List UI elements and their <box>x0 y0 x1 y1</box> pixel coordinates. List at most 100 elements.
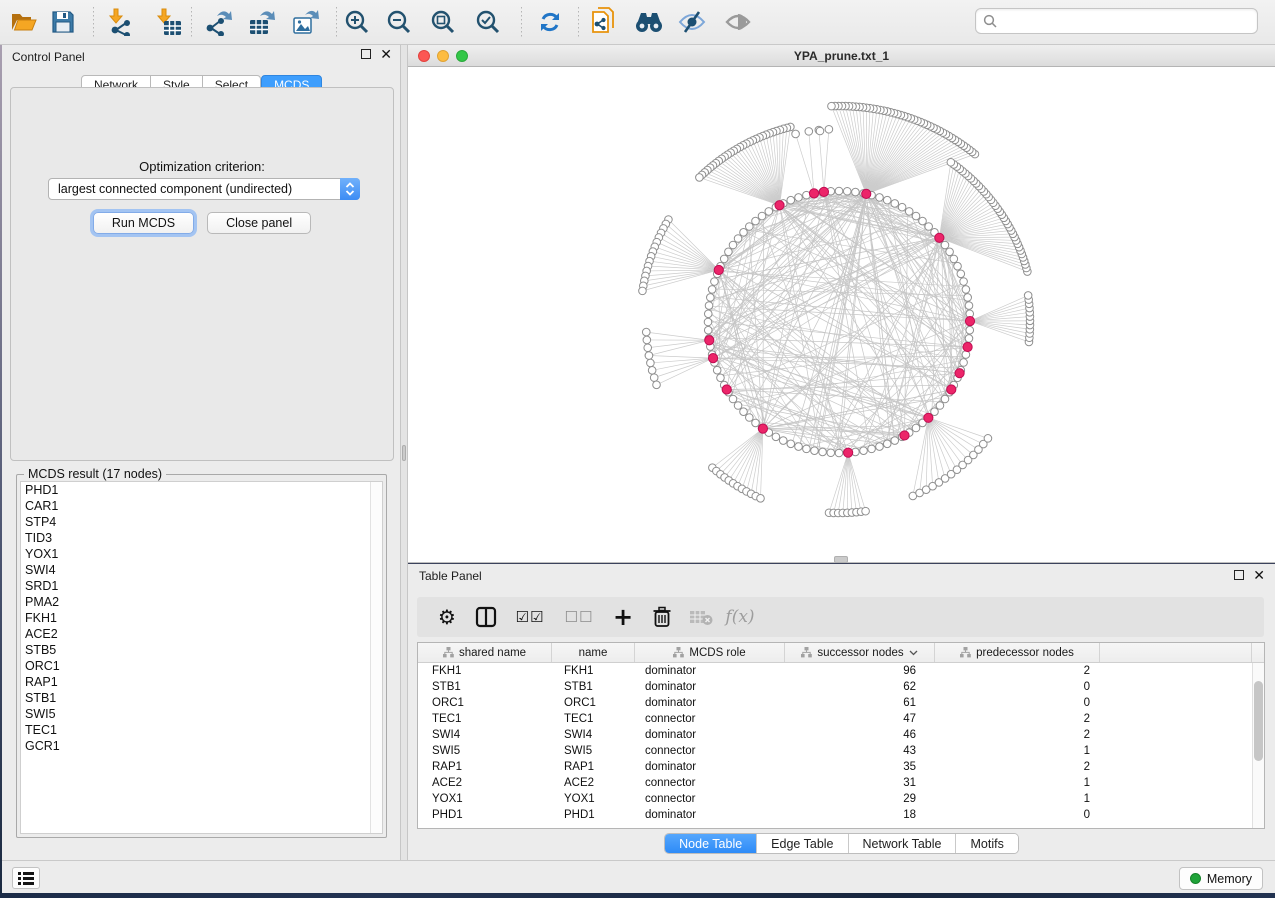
close-panel-icon[interactable]: ✕ <box>380 49 392 59</box>
table-cell <box>1100 679 1252 695</box>
mcds-list-scrollbar[interactable] <box>370 482 382 833</box>
hierarchy-icon <box>801 647 812 658</box>
mcds-result-item[interactable]: SRD1 <box>21 578 382 594</box>
mcds-result-item[interactable]: SWI4 <box>21 562 382 578</box>
table-scrollbar-thumb[interactable] <box>1254 681 1263 761</box>
column-header-mcds-role[interactable]: MCDS role <box>635 643 785 662</box>
float-panel-icon[interactable] <box>361 49 371 59</box>
table-cell: 1 <box>935 743 1100 759</box>
mcds-result-item[interactable]: FKH1 <box>21 610 382 626</box>
select-all-icon[interactable]: ☑☑ <box>513 604 547 630</box>
optimization-criterion-select[interactable]: largest connected component (undirected) <box>48 178 360 200</box>
task-history-button[interactable] <box>12 867 40 889</box>
export-table-icon[interactable] <box>245 5 279 39</box>
table-settings-icon[interactable]: ⚙ <box>435 604 459 630</box>
toolbar-separator <box>191 7 192 37</box>
table-row[interactable]: FKH1FKH1dominator962 <box>418 663 1264 679</box>
splitter-grip[interactable] <box>402 445 406 461</box>
table-row[interactable]: ACE2ACE2connector311 <box>418 775 1264 791</box>
table-row[interactable]: YOX1YOX1connector291 <box>418 791 1264 807</box>
table-cell: 43 <box>785 743 935 759</box>
tab-node-table[interactable]: Node Table <box>665 834 756 853</box>
table-cell: SWI4 <box>418 727 552 743</box>
table-row[interactable]: SWI4SWI4dominator462 <box>418 727 1264 743</box>
hide-panel-icon[interactable] <box>675 5 709 39</box>
zoom-in-icon[interactable] <box>340 5 374 39</box>
mcds-result-item[interactable]: CAR1 <box>21 498 382 514</box>
sort-chevron-icon <box>909 650 918 656</box>
network-window: YPA_prune.txt_1 <box>408 45 1275 563</box>
export-image-icon[interactable] <box>289 5 323 39</box>
table-row[interactable]: PHD1PHD1dominator180 <box>418 807 1264 823</box>
column-header-shared-name[interactable]: shared name <box>418 643 552 662</box>
table-cell: PHD1 <box>552 807 635 823</box>
zoom-out-icon[interactable] <box>382 5 416 39</box>
table-cell: TEC1 <box>552 711 635 727</box>
mcds-result-item[interactable]: STP4 <box>21 514 382 530</box>
mcds-result-item[interactable]: ORC1 <box>21 658 382 674</box>
column-header-filler <box>1100 643 1252 662</box>
float-table-panel-icon[interactable] <box>1234 570 1244 580</box>
table-row[interactable]: RAP1RAP1dominator352 <box>418 759 1264 775</box>
network-canvas[interactable] <box>408 67 1275 562</box>
deselect-all-icon[interactable]: ☐☐ <box>562 604 596 630</box>
refresh-icon[interactable] <box>533 5 567 39</box>
table-row[interactable]: TEC1TEC1connector472 <box>418 711 1264 727</box>
open-file-icon[interactable] <box>7 5 41 39</box>
export-network-icon[interactable] <box>202 5 236 39</box>
network-title: YPA_prune.txt_1 <box>408 49 1275 63</box>
import-table-icon[interactable] <box>152 5 186 39</box>
network-graph[interactable] <box>408 67 1275 562</box>
mcds-result-item[interactable]: PMA2 <box>21 594 382 610</box>
horizontal-splitter-grip[interactable] <box>834 556 848 563</box>
save-icon[interactable] <box>46 5 80 39</box>
column-header-name[interactable]: name <box>552 643 635 662</box>
table-cell: 62 <box>785 679 935 695</box>
mcds-result-item[interactable]: SWI5 <box>21 706 382 722</box>
tab-network-table[interactable]: Network Table <box>848 834 956 853</box>
zoom-selected-icon[interactable] <box>471 5 505 39</box>
run-mcds-button[interactable]: Run MCDS <box>93 212 194 234</box>
delete-column-icon[interactable] <box>650 604 674 630</box>
zoom-fit-icon[interactable] <box>426 5 460 39</box>
table-cell: 1 <box>935 775 1100 791</box>
find-icon[interactable] <box>632 5 666 39</box>
column-header-predecessor-nodes[interactable]: predecessor nodes <box>935 643 1100 662</box>
table-cell: SWI5 <box>418 743 552 759</box>
mcds-result-item[interactable]: STB5 <box>21 642 382 658</box>
mcds-result-item[interactable]: TEC1 <box>21 722 382 738</box>
mcds-result-item[interactable]: GCR1 <box>21 738 382 754</box>
column-header-successor-nodes[interactable]: successor nodes <box>785 643 935 662</box>
table-cell: FKH1 <box>418 663 552 679</box>
tab-edge-table[interactable]: Edge Table <box>756 834 847 853</box>
mcds-result-item[interactable]: TID3 <box>21 530 382 546</box>
table-cell: STB1 <box>552 679 635 695</box>
mcds-result-item[interactable]: RAP1 <box>21 674 382 690</box>
mcds-result-item[interactable]: STB1 <box>21 690 382 706</box>
search-field[interactable] <box>975 8 1258 34</box>
column-label: shared name <box>459 647 526 659</box>
table-row[interactable]: SWI5SWI5connector431 <box>418 743 1264 759</box>
show-columns-icon[interactable] <box>474 604 498 630</box>
clone-network-icon[interactable] <box>587 5 621 39</box>
import-network-icon[interactable] <box>104 5 138 39</box>
mcds-result-item[interactable]: PHD1 <box>21 482 382 498</box>
table-cell: YOX1 <box>418 791 552 807</box>
control-panel-title: Control Panel <box>12 50 85 64</box>
tab-motifs[interactable]: Motifs <box>955 834 1017 853</box>
table-cell: 2 <box>935 727 1100 743</box>
table-row[interactable]: STB1STB1dominator620 <box>418 679 1264 695</box>
table-scrollbar[interactable] <box>1252 663 1264 828</box>
table-row[interactable]: ORC1ORC1dominator610 <box>418 695 1264 711</box>
show-panel-icon[interactable] <box>721 5 755 39</box>
close-table-panel-icon[interactable]: ✕ <box>1253 570 1265 580</box>
mcds-result-item[interactable]: YOX1 <box>21 546 382 562</box>
add-column-icon[interactable]: + <box>611 604 635 630</box>
network-titlebar[interactable]: YPA_prune.txt_1 <box>408 45 1275 67</box>
search-input[interactable] <box>997 11 1257 31</box>
memory-button[interactable]: Memory <box>1179 867 1263 890</box>
mcds-result-item[interactable]: ACE2 <box>21 626 382 642</box>
close-panel-button[interactable]: Close panel <box>207 212 311 234</box>
vertical-splitter[interactable] <box>400 45 408 860</box>
mcds-result-list[interactable]: PHD1CAR1STP4TID3YOX1SWI4SRD1PMA2FKH1ACE2… <box>20 481 383 834</box>
